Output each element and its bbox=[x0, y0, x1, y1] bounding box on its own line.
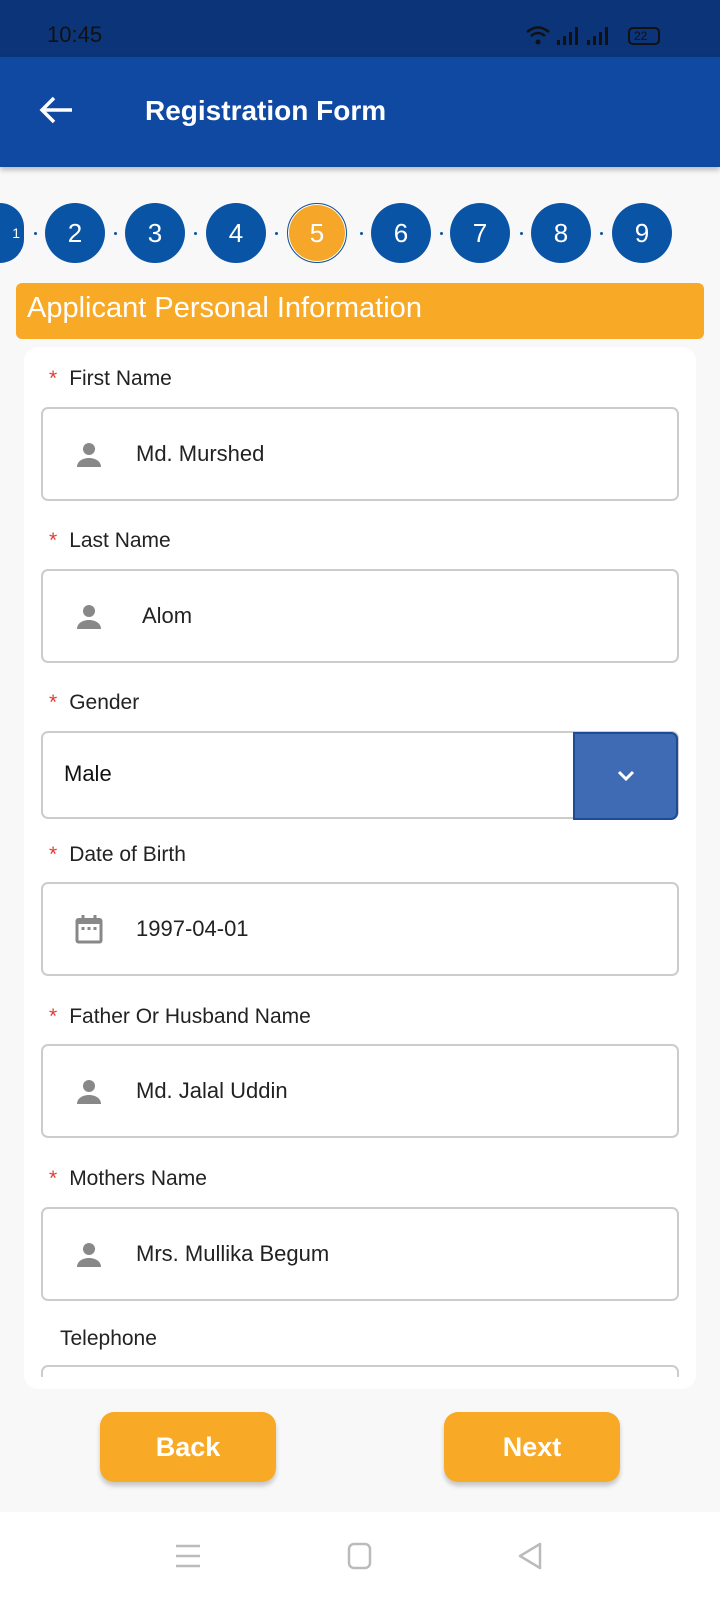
step-7[interactable]: 7 bbox=[450, 203, 510, 263]
telephone-field[interactable] bbox=[41, 1365, 679, 1377]
person-icon bbox=[77, 1080, 101, 1104]
telephone-label: Telephone bbox=[60, 1327, 157, 1350]
last-name-field[interactable]: Alom bbox=[41, 569, 679, 663]
label-text: Date of Birth bbox=[69, 843, 186, 866]
step-5-current[interactable]: 5 bbox=[287, 203, 347, 263]
gender-dropdown-button[interactable] bbox=[573, 732, 678, 820]
last-name-label: * Last Name bbox=[49, 529, 171, 553]
mother-name-field[interactable]: Mrs. Mullika Begum bbox=[41, 1207, 679, 1301]
first-name-value: Md. Murshed bbox=[136, 441, 265, 466]
step-connector bbox=[600, 232, 603, 235]
next-button[interactable]: Next bbox=[444, 1412, 620, 1482]
step-connector bbox=[34, 232, 37, 235]
status-time: 10:45 bbox=[47, 22, 103, 47]
gender-select[interactable]: Male bbox=[41, 731, 679, 820]
step-9[interactable]: 9 bbox=[612, 203, 672, 263]
section-header: Applicant Personal Information bbox=[16, 283, 704, 339]
father-name-label: * Father Or Husband Name bbox=[49, 1005, 311, 1029]
mother-name-label: * Mothers Name bbox=[49, 1167, 207, 1191]
gender-value: Male bbox=[64, 761, 112, 786]
required-mark: * bbox=[49, 1005, 58, 1028]
step-3[interactable]: 3 bbox=[125, 203, 185, 263]
dob-value: 1997-04-01 bbox=[136, 916, 249, 941]
required-mark: * bbox=[49, 1167, 58, 1190]
step-connector bbox=[275, 232, 278, 235]
back-nav-icon[interactable] bbox=[516, 1541, 544, 1571]
step-8[interactable]: 8 bbox=[531, 203, 591, 263]
step-connector bbox=[194, 232, 197, 235]
signal-icon bbox=[557, 27, 608, 45]
label-text: Last Name bbox=[69, 529, 171, 552]
status-icons bbox=[526, 26, 660, 45]
step-connector bbox=[440, 232, 443, 235]
calendar-icon bbox=[75, 915, 103, 944]
required-mark: * bbox=[49, 367, 58, 390]
required-mark: * bbox=[49, 529, 58, 552]
step-connector bbox=[114, 232, 117, 235]
dob-field[interactable]: 1997-04-01 bbox=[41, 882, 679, 976]
chevron-down-icon bbox=[617, 770, 634, 782]
first-name-field[interactable]: Md. Murshed bbox=[41, 407, 679, 501]
battery-level: 22 bbox=[634, 29, 648, 43]
step-1[interactable]: 1 bbox=[0, 203, 24, 263]
back-arrow-icon[interactable] bbox=[38, 95, 74, 125]
system-nav-bar bbox=[0, 1512, 720, 1600]
dob-label: * Date of Birth bbox=[49, 843, 186, 867]
form-card: * First Name Md. Murshed * Last Name Alom … bbox=[24, 347, 696, 1389]
father-name-field[interactable]: Md. Jalal Uddin bbox=[41, 1044, 679, 1138]
label-text: Gender bbox=[69, 691, 140, 714]
gender-label: * Gender bbox=[49, 691, 139, 715]
back-button[interactable]: Back bbox=[100, 1412, 276, 1482]
person-icon bbox=[77, 605, 101, 629]
person-icon bbox=[77, 1243, 101, 1267]
required-mark: * bbox=[49, 843, 58, 866]
mother-name-value: Mrs. Mullika Begum bbox=[136, 1241, 330, 1266]
status-bar: 10:45 22 bbox=[0, 0, 720, 57]
label-text: Mothers Name bbox=[69, 1167, 207, 1190]
app-bar: Registration Form bbox=[0, 57, 720, 167]
menu-icon[interactable] bbox=[175, 1543, 201, 1569]
person-icon bbox=[77, 443, 101, 467]
first-name-label: * First Name bbox=[49, 367, 172, 391]
home-icon[interactable] bbox=[347, 1542, 373, 1570]
father-name-value: Md. Jalal Uddin bbox=[136, 1078, 288, 1103]
page-title: Registration Form bbox=[145, 95, 387, 126]
step-connector bbox=[520, 232, 523, 235]
step-6[interactable]: 6 bbox=[371, 203, 431, 263]
label-text: Father Or Husband Name bbox=[69, 1005, 311, 1028]
label-text: First Name bbox=[69, 367, 172, 390]
wifi-icon bbox=[526, 26, 550, 45]
step-connector bbox=[360, 232, 363, 235]
required-mark: * bbox=[49, 691, 58, 714]
step-2[interactable]: 2 bbox=[45, 203, 105, 263]
last-name-value: Alom bbox=[142, 603, 193, 628]
step-4[interactable]: 4 bbox=[206, 203, 266, 263]
